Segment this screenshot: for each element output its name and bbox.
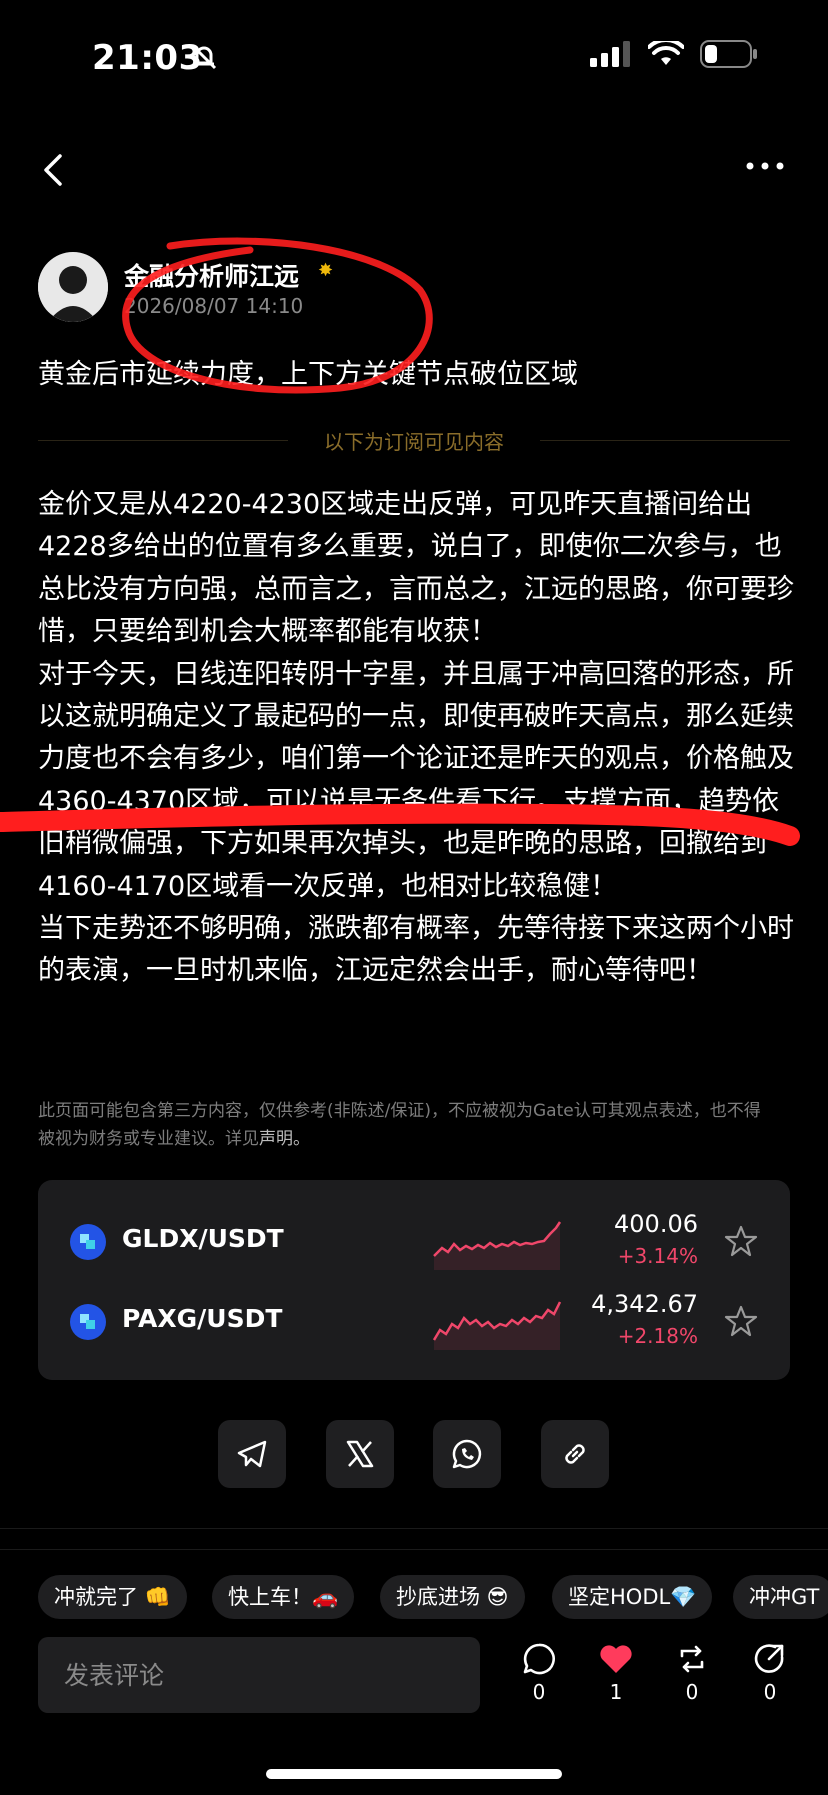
token-icon	[70, 1304, 106, 1340]
repost-count: 0	[685, 1680, 699, 1704]
sparkline-chart	[432, 1301, 562, 1350]
market-row[interactable]: GLDX/USDT 400.06 +3.14%	[38, 1202, 790, 1282]
post-body: 金价又是从4220-4230区域走出反弹，可见昨天直播间给出4228多给出的位置…	[38, 484, 798, 993]
status-icons	[590, 40, 758, 68]
bell-mute-icon	[191, 44, 217, 70]
market-row[interactable]: PAXG/USDT 4,342.67 +2.18%	[38, 1282, 790, 1362]
status-time: 21:03	[92, 38, 203, 78]
comment-icon	[523, 1643, 555, 1675]
like-action[interactable]: 1	[591, 1642, 641, 1704]
market-price: 400.06	[614, 1210, 698, 1238]
post-date: 2026/08/07 14:10	[124, 294, 304, 318]
quick-reply-chip[interactable]: 抄底进场 😎	[380, 1575, 525, 1619]
disclaimer-text: 此页面可能包含第三方内容，仅供参考(非陈述/保证)，不应被视为Gate认可其观点…	[38, 1101, 761, 1149]
comment-count: 0	[532, 1680, 546, 1704]
author-name[interactable]: 金融分析师江远	[124, 257, 299, 293]
telegram-icon	[237, 1440, 267, 1468]
post-title: 黄金后市延续力度，上下方关键节点破位区域	[38, 359, 578, 390]
subscription-divider-label: 以下为订阅可见内容	[324, 430, 504, 454]
post-paragraph: 当下走势还不够明确，涨跌都有概率，先等待接下来这两个小时的表演，一旦时机来临，江…	[38, 913, 794, 987]
x-icon	[346, 1440, 374, 1468]
share-x-button[interactable]	[326, 1420, 394, 1488]
battery-icon	[700, 40, 757, 68]
repost-action[interactable]: 0	[667, 1642, 717, 1704]
home-indicator	[266, 1769, 562, 1779]
disclaimer: 此页面可能包含第三方内容，仅供参考(非陈述/保证)，不应被视为Gate认可其观点…	[38, 1097, 768, 1153]
heart-icon	[600, 1645, 632, 1673]
like-count: 1	[609, 1680, 623, 1704]
market-pair: GLDX/USDT	[122, 1224, 284, 1253]
share-telegram-button[interactable]	[218, 1420, 286, 1488]
section-divider	[0, 1528, 828, 1529]
comment-action[interactable]: 0	[514, 1642, 564, 1704]
star-icon[interactable]	[724, 1224, 758, 1258]
market-change: +2.18%	[617, 1324, 698, 1348]
quick-reply-chip[interactable]: 坚定HODL💎	[552, 1575, 713, 1619]
disclaimer-link[interactable]: 声明。	[259, 1129, 310, 1149]
market-pair: PAXG/USDT	[122, 1304, 283, 1333]
whatsapp-icon	[452, 1439, 482, 1469]
link-icon	[565, 1444, 585, 1464]
back-icon[interactable]	[38, 150, 68, 190]
verified-badge-icon: ✸	[318, 260, 334, 281]
share-icon	[754, 1644, 784, 1673]
avatar-image	[38, 252, 108, 322]
share-count: 0	[763, 1680, 777, 1704]
copy-link-button[interactable]	[541, 1420, 609, 1488]
comment-input[interactable]	[38, 1637, 480, 1713]
quick-reply-chip[interactable]: 冲就完了 👊	[38, 1575, 187, 1619]
share-whatsapp-button[interactable]	[433, 1420, 501, 1488]
quick-reply-chip[interactable]: 快上车！🚗	[212, 1575, 355, 1619]
repost-icon	[680, 1645, 704, 1673]
star-icon[interactable]	[724, 1304, 758, 1338]
share-action[interactable]: 0	[745, 1642, 795, 1704]
sparkline-chart	[433, 1221, 562, 1270]
more-options-icon[interactable]	[746, 160, 784, 172]
post-paragraph: 对于今天，日线连阳转阴十字星，并且属于冲高回落的形态，所以这就明确定义了最起码的…	[38, 658, 794, 902]
avatar[interactable]	[38, 252, 108, 322]
post-paragraph: 金价又是从4220-4230区域走出反弹，可见昨天直播间给出4228多给出的位置…	[38, 489, 794, 648]
market-price: 4,342.67	[591, 1290, 698, 1318]
token-icon	[70, 1224, 106, 1260]
cellular-signal-icon	[590, 41, 630, 67]
market-change: +3.14%	[617, 1244, 698, 1268]
quick-reply-chip[interactable]: 冲冲GT	[733, 1575, 828, 1619]
wifi-icon	[648, 41, 684, 65]
section-divider	[0, 1549, 828, 1550]
market-card: GLDX/USDT 400.06 +3.14% PAXG/USDT 4,342.…	[38, 1180, 790, 1380]
